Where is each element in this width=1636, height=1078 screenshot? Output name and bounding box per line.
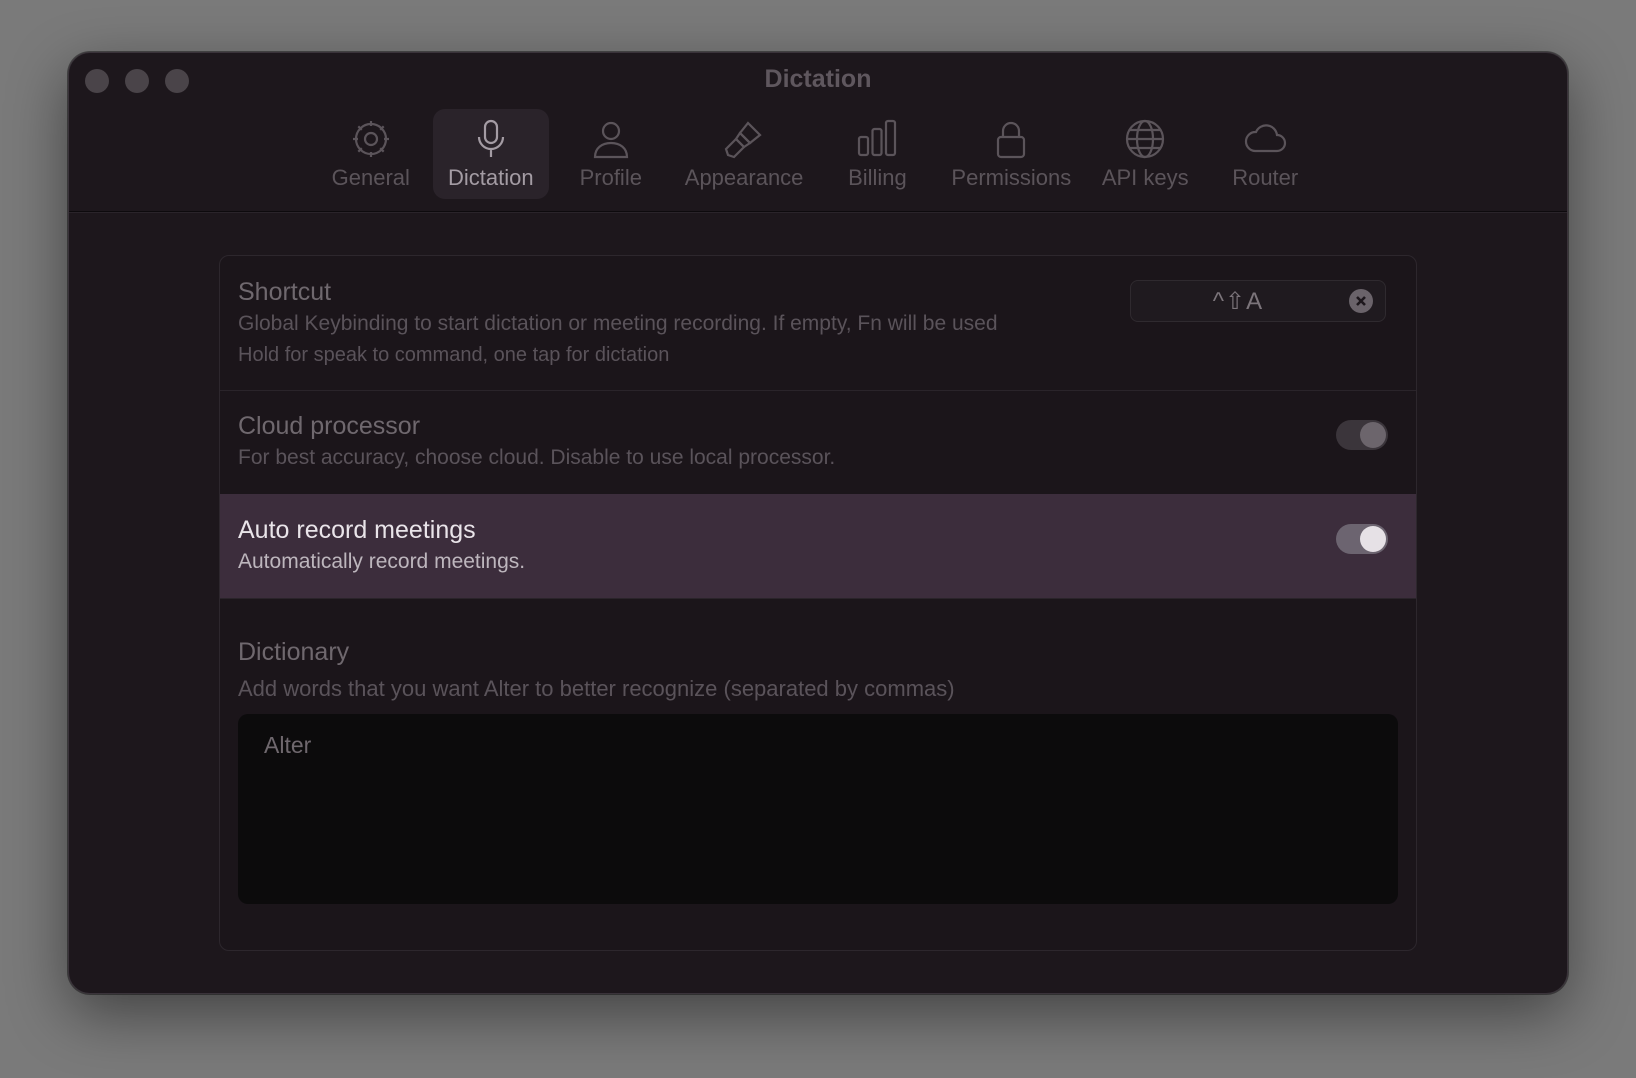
auto-record-toggle[interactable] <box>1336 524 1388 554</box>
auto-record-title: Auto record meetings <box>238 516 476 544</box>
tab-label: Dictation <box>447 165 534 190</box>
tab-label: API keys <box>1101 165 1189 190</box>
tab-label: Permissions <box>951 165 1072 190</box>
tab-billing[interactable]: Billing <box>819 109 935 199</box>
tab-appearance[interactable]: Appearance <box>673 109 816 199</box>
settings-tabs: General Dictation Profile Appearance Bil… <box>69 109 1567 199</box>
tab-dictation[interactable]: Dictation <box>432 109 549 199</box>
shortcut-description: Global Keybinding to start dictation or … <box>238 312 998 335</box>
shortcut-title: Shortcut <box>238 278 332 306</box>
cloud-processor-row: Cloud processor For best accuracy, choos… <box>220 390 1416 495</box>
cloud-icon <box>1241 115 1289 163</box>
tab-general[interactable]: General <box>313 109 429 199</box>
settings-window: Dictation General Dictation Profile Appe… <box>68 52 1568 994</box>
window-title: Dictation <box>764 65 872 93</box>
cloud-processor-title: Cloud processor <box>238 412 421 440</box>
auto-record-row: Auto record meetings Automatically recor… <box>220 494 1416 599</box>
tab-label: Billing <box>848 165 907 190</box>
tab-label: General <box>331 165 410 190</box>
tab-label: Router <box>1232 165 1299 190</box>
toggle-knob <box>1360 422 1386 448</box>
close-icon <box>1356 296 1366 306</box>
tab-permissions[interactable]: Permissions <box>939 109 1083 199</box>
dictionary-title: Dictionary <box>238 638 350 666</box>
cloud-processor-description: For best accuracy, choose cloud. Disable… <box>238 446 836 469</box>
tab-profile[interactable]: Profile <box>553 109 669 199</box>
clear-shortcut-button[interactable] <box>1349 289 1373 313</box>
auto-record-description: Automatically record meetings. <box>238 550 526 573</box>
dictionary-description: Add words that you want Alter to better … <box>238 676 955 701</box>
lock-icon <box>987 115 1035 163</box>
tab-api-keys[interactable]: API keys <box>1087 109 1203 199</box>
shortcut-keys: ^⇧A <box>1212 288 1264 315</box>
paintbrush-icon <box>720 115 768 163</box>
bar-chart-icon <box>853 115 901 163</box>
tab-label: Appearance <box>684 165 804 190</box>
tab-router[interactable]: Router <box>1207 109 1323 199</box>
microphone-icon <box>467 115 515 163</box>
toggle-knob <box>1360 526 1386 552</box>
dictionary-input[interactable]: Alter <box>238 714 1398 904</box>
person-icon <box>587 115 635 163</box>
cloud-processor-toggle[interactable] <box>1336 420 1388 450</box>
shortcut-row: Shortcut Global Keybinding to start dict… <box>220 256 1416 391</box>
tab-label: Profile <box>579 165 642 190</box>
shortcut-recorder[interactable]: ^⇧A <box>1130 280 1386 322</box>
globe-icon <box>1121 115 1169 163</box>
settings-panel: Shortcut Global Keybinding to start dict… <box>219 255 1417 951</box>
title-bar: Dictation General Dictation Profile Appe… <box>69 53 1567 212</box>
shortcut-hint: Hold for speak to command, one tap for d… <box>238 344 670 366</box>
gear-icon <box>347 115 395 163</box>
